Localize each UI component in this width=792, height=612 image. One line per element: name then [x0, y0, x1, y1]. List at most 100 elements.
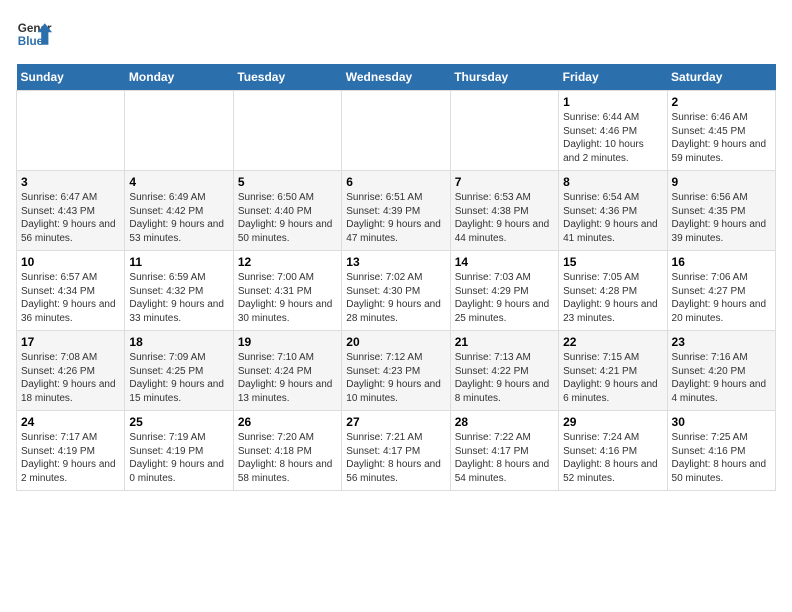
day-number: 4 — [129, 175, 228, 189]
day-info: Sunrise: 7:20 AM Sunset: 4:18 PM Dayligh… — [238, 431, 337, 485]
calendar-cell — [450, 91, 558, 171]
day-info: Sunrise: 7:21 AM Sunset: 4:17 PM Dayligh… — [346, 431, 445, 485]
day-info: Sunrise: 6:54 AM Sunset: 4:36 PM Dayligh… — [563, 191, 662, 245]
calendar-cell: 14 Sunrise: 7:03 AM Sunset: 4:29 PM Dayli… — [450, 251, 558, 331]
calendar-cell: 29 Sunrise: 7:24 AM Sunset: 4:16 PM Dayli… — [559, 411, 667, 491]
col-header-saturday: Saturday — [667, 64, 775, 91]
day-info: Sunrise: 7:22 AM Sunset: 4:17 PM Dayligh… — [455, 431, 554, 485]
day-number: 26 — [238, 415, 337, 429]
col-header-tuesday: Tuesday — [233, 64, 341, 91]
calendar-cell: 3 Sunrise: 6:47 AM Sunset: 4:43 PM Daylig… — [17, 171, 125, 251]
day-info: Sunrise: 7:19 AM Sunset: 4:19 PM Dayligh… — [129, 431, 228, 485]
calendar-cell: 12 Sunrise: 7:00 AM Sunset: 4:31 PM Dayli… — [233, 251, 341, 331]
col-header-sunday: Sunday — [17, 64, 125, 91]
day-number: 16 — [672, 255, 771, 269]
calendar-cell — [125, 91, 233, 171]
col-header-thursday: Thursday — [450, 64, 558, 91]
day-number: 23 — [672, 335, 771, 349]
day-number: 3 — [21, 175, 120, 189]
day-number: 14 — [455, 255, 554, 269]
day-number: 10 — [21, 255, 120, 269]
day-info: Sunrise: 7:08 AM Sunset: 4:26 PM Dayligh… — [21, 351, 120, 405]
calendar-cell: 26 Sunrise: 7:20 AM Sunset: 4:18 PM Dayli… — [233, 411, 341, 491]
day-info: Sunrise: 6:49 AM Sunset: 4:42 PM Dayligh… — [129, 191, 228, 245]
day-number: 22 — [563, 335, 662, 349]
calendar-cell: 10 Sunrise: 6:57 AM Sunset: 4:34 PM Dayli… — [17, 251, 125, 331]
day-info: Sunrise: 6:47 AM Sunset: 4:43 PM Dayligh… — [21, 191, 120, 245]
day-info: Sunrise: 7:25 AM Sunset: 4:16 PM Dayligh… — [672, 431, 771, 485]
calendar-cell: 2 Sunrise: 6:46 AM Sunset: 4:45 PM Daylig… — [667, 91, 775, 171]
day-info: Sunrise: 7:10 AM Sunset: 4:24 PM Dayligh… — [238, 351, 337, 405]
calendar-week-row: 3 Sunrise: 6:47 AM Sunset: 4:43 PM Daylig… — [17, 171, 776, 251]
day-number: 8 — [563, 175, 662, 189]
day-info: Sunrise: 7:17 AM Sunset: 4:19 PM Dayligh… — [21, 431, 120, 485]
day-number: 13 — [346, 255, 445, 269]
day-number: 20 — [346, 335, 445, 349]
day-number: 17 — [21, 335, 120, 349]
day-info: Sunrise: 7:12 AM Sunset: 4:23 PM Dayligh… — [346, 351, 445, 405]
day-info: Sunrise: 7:09 AM Sunset: 4:25 PM Dayligh… — [129, 351, 228, 405]
calendar-cell: 13 Sunrise: 7:02 AM Sunset: 4:30 PM Dayli… — [342, 251, 450, 331]
calendar-week-row: 24 Sunrise: 7:17 AM Sunset: 4:19 PM Dayli… — [17, 411, 776, 491]
day-number: 7 — [455, 175, 554, 189]
calendar-week-row: 17 Sunrise: 7:08 AM Sunset: 4:26 PM Dayli… — [17, 331, 776, 411]
day-number: 25 — [129, 415, 228, 429]
calendar-cell — [17, 91, 125, 171]
day-info: Sunrise: 6:46 AM Sunset: 4:45 PM Dayligh… — [672, 111, 771, 165]
calendar-week-row: 10 Sunrise: 6:57 AM Sunset: 4:34 PM Dayli… — [17, 251, 776, 331]
calendar-cell — [233, 91, 341, 171]
day-number: 18 — [129, 335, 228, 349]
day-info: Sunrise: 7:16 AM Sunset: 4:20 PM Dayligh… — [672, 351, 771, 405]
calendar-cell: 27 Sunrise: 7:21 AM Sunset: 4:17 PM Dayli… — [342, 411, 450, 491]
day-number: 1 — [563, 95, 662, 109]
calendar-table: SundayMondayTuesdayWednesdayThursdayFrid… — [16, 64, 776, 491]
calendar-cell: 23 Sunrise: 7:16 AM Sunset: 4:20 PM Dayli… — [667, 331, 775, 411]
day-number: 2 — [672, 95, 771, 109]
col-header-monday: Monday — [125, 64, 233, 91]
day-number: 15 — [563, 255, 662, 269]
day-number: 24 — [21, 415, 120, 429]
day-info: Sunrise: 7:00 AM Sunset: 4:31 PM Dayligh… — [238, 271, 337, 325]
calendar-cell: 20 Sunrise: 7:12 AM Sunset: 4:23 PM Dayli… — [342, 331, 450, 411]
day-info: Sunrise: 6:57 AM Sunset: 4:34 PM Dayligh… — [21, 271, 120, 325]
calendar-cell: 28 Sunrise: 7:22 AM Sunset: 4:17 PM Dayli… — [450, 411, 558, 491]
day-info: Sunrise: 7:03 AM Sunset: 4:29 PM Dayligh… — [455, 271, 554, 325]
calendar-header-row: SundayMondayTuesdayWednesdayThursdayFrid… — [17, 64, 776, 91]
day-number: 19 — [238, 335, 337, 349]
calendar-cell: 24 Sunrise: 7:17 AM Sunset: 4:19 PM Dayli… — [17, 411, 125, 491]
svg-text:Blue: Blue — [18, 35, 44, 48]
calendar-cell: 18 Sunrise: 7:09 AM Sunset: 4:25 PM Dayli… — [125, 331, 233, 411]
day-number: 27 — [346, 415, 445, 429]
calendar-cell: 8 Sunrise: 6:54 AM Sunset: 4:36 PM Daylig… — [559, 171, 667, 251]
day-info: Sunrise: 6:56 AM Sunset: 4:35 PM Dayligh… — [672, 191, 771, 245]
day-info: Sunrise: 7:06 AM Sunset: 4:27 PM Dayligh… — [672, 271, 771, 325]
day-number: 30 — [672, 415, 771, 429]
col-header-wednesday: Wednesday — [342, 64, 450, 91]
calendar-cell: 25 Sunrise: 7:19 AM Sunset: 4:19 PM Dayli… — [125, 411, 233, 491]
day-number: 28 — [455, 415, 554, 429]
calendar-cell: 17 Sunrise: 7:08 AM Sunset: 4:26 PM Dayli… — [17, 331, 125, 411]
calendar-cell: 16 Sunrise: 7:06 AM Sunset: 4:27 PM Dayli… — [667, 251, 775, 331]
calendar-cell: 5 Sunrise: 6:50 AM Sunset: 4:40 PM Daylig… — [233, 171, 341, 251]
calendar-cell: 7 Sunrise: 6:53 AM Sunset: 4:38 PM Daylig… — [450, 171, 558, 251]
day-info: Sunrise: 6:59 AM Sunset: 4:32 PM Dayligh… — [129, 271, 228, 325]
day-number: 5 — [238, 175, 337, 189]
calendar-week-row: 1Sunrise: 6:44 AM Sunset: 4:46 PM Daylig… — [17, 91, 776, 171]
day-info: Sunrise: 6:53 AM Sunset: 4:38 PM Dayligh… — [455, 191, 554, 245]
calendar-cell: 9Sunrise: 6:56 AM Sunset: 4:35 PM Daylig… — [667, 171, 775, 251]
day-info: Sunrise: 7:24 AM Sunset: 4:16 PM Dayligh… — [563, 431, 662, 485]
day-info: Sunrise: 7:02 AM Sunset: 4:30 PM Dayligh… — [346, 271, 445, 325]
day-number: 6 — [346, 175, 445, 189]
calendar-cell: 15 Sunrise: 7:05 AM Sunset: 4:28 PM Dayli… — [559, 251, 667, 331]
calendar-cell — [342, 91, 450, 171]
day-number: 12 — [238, 255, 337, 269]
day-info: Sunrise: 6:50 AM Sunset: 4:40 PM Dayligh… — [238, 191, 337, 245]
day-info: Sunrise: 7:05 AM Sunset: 4:28 PM Dayligh… — [563, 271, 662, 325]
day-number: 29 — [563, 415, 662, 429]
calendar-cell: 22Sunrise: 7:15 AM Sunset: 4:21 PM Dayli… — [559, 331, 667, 411]
calendar-cell: 21Sunrise: 7:13 AM Sunset: 4:22 PM Dayli… — [450, 331, 558, 411]
calendar-cell: 30 Sunrise: 7:25 AM Sunset: 4:16 PM Dayli… — [667, 411, 775, 491]
calendar-cell: 11 Sunrise: 6:59 AM Sunset: 4:32 PM Dayli… — [125, 251, 233, 331]
day-number: 11 — [129, 255, 228, 269]
calendar-cell: 4 Sunrise: 6:49 AM Sunset: 4:42 PM Daylig… — [125, 171, 233, 251]
